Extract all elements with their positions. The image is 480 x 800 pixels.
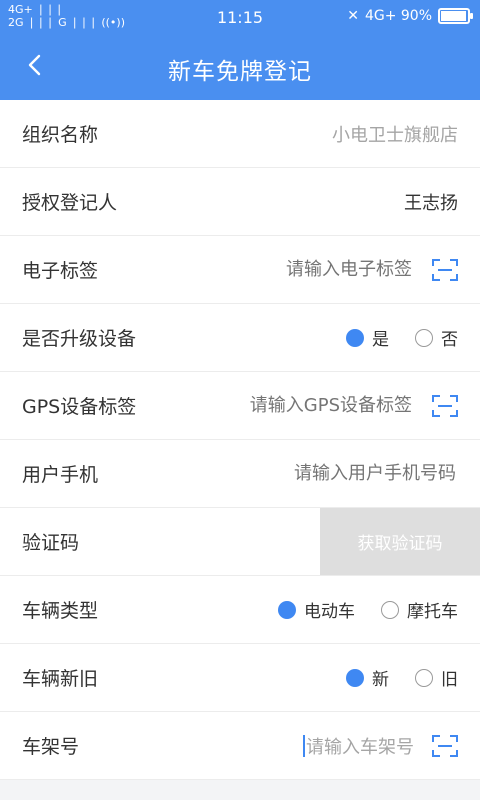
upgrade-label: 是否升级设备: [22, 328, 137, 350]
radio-checked-icon: [278, 600, 296, 619]
upgrade-row: 是否升级设备 是 否: [0, 304, 480, 372]
phone-input[interactable]: [214, 462, 458, 485]
scan-icon[interactable]: [432, 734, 458, 758]
org-value: 小电卫士旗舰店: [332, 124, 458, 146]
condition-option-new[interactable]: 新: [346, 665, 389, 690]
phone-label: 用户手机: [22, 464, 99, 486]
code-row: 验证码 获取验证码: [0, 508, 480, 576]
gps-row: GPS设备标签: [0, 372, 480, 440]
radio-checked-icon: [346, 668, 364, 687]
vehicle-type-option-electric[interactable]: 电动车: [278, 597, 355, 622]
vehicle-type-motorcycle-label: 摩托车: [407, 602, 458, 622]
radio-unchecked-icon: [381, 600, 399, 619]
registrar-row: 授权登记人 王志扬: [0, 168, 480, 236]
radio-unchecked-icon: [415, 668, 433, 687]
scan-icon[interactable]: [432, 258, 458, 282]
upgrade-option-no-label: 否: [441, 330, 458, 350]
gps-input[interactable]: [170, 394, 414, 417]
frame-input[interactable]: 请输入车架号: [174, 733, 414, 759]
gps-label: GPS设备标签: [22, 396, 137, 418]
frame-placeholder: 请输入车架号: [306, 736, 414, 758]
phone-row: 用户手机: [0, 440, 480, 508]
condition-label: 车辆新旧: [22, 668, 99, 690]
org-label: 组织名称: [22, 124, 99, 146]
upgrade-radio-group: 是 否: [346, 325, 458, 350]
radio-checked-icon: [346, 328, 364, 347]
scan-icon[interactable]: [432, 394, 458, 418]
org-row: 组织名称 小电卫士旗舰店: [0, 100, 480, 168]
upgrade-option-no[interactable]: 否: [415, 325, 458, 350]
app-header: 新车免牌登记: [0, 34, 480, 100]
registration-form: 组织名称 小电卫士旗舰店 授权登记人 王志扬 电子标签 是否升级设备 是 否 G…: [0, 100, 480, 780]
registrar-label: 授权登记人: [22, 192, 118, 214]
condition-used-label: 旧: [441, 670, 458, 690]
vehicle-type-radio-group: 电动车 摩托车: [278, 597, 458, 622]
registrar-value: 王志扬: [404, 192, 458, 214]
status-bar: 4G+ ❘❘❘ 2G ❘❘❘ G ❘❘❘ ((•)) 11:15 ✕ 4G+ 9…: [0, 0, 480, 34]
mute-icon: ✕: [347, 8, 359, 24]
page-title: 新车免牌登记: [168, 59, 312, 85]
vehicle-type-option-motorcycle[interactable]: 摩托车: [381, 597, 458, 622]
text-cursor: [303, 734, 305, 757]
status-right: ✕ 4G+ 90%: [347, 8, 473, 24]
condition-option-used[interactable]: 旧: [415, 665, 458, 690]
condition-row: 车辆新旧 新 旧: [0, 644, 480, 712]
upgrade-option-yes-label: 是: [372, 330, 389, 350]
radio-unchecked-icon: [415, 328, 433, 347]
vehicle-type-label: 车辆类型: [22, 600, 99, 622]
vehicle-type-electric-label: 电动车: [304, 602, 355, 622]
status-right-text: 4G+ 90%: [364, 8, 432, 24]
frame-row: 车架号 请输入车架号: [0, 712, 480, 780]
vehicle-type-row: 车辆类型 电动车 摩托车: [0, 576, 480, 644]
etag-label: 电子标签: [22, 260, 99, 282]
get-code-button[interactable]: 获取验证码: [320, 508, 480, 575]
condition-new-label: 新: [372, 670, 389, 690]
etag-row: 电子标签: [0, 236, 480, 304]
battery-icon: [438, 8, 473, 24]
upgrade-option-yes[interactable]: 是: [346, 325, 389, 350]
frame-label: 车架号: [22, 736, 80, 758]
etag-input[interactable]: [170, 258, 414, 281]
condition-radio-group: 新 旧: [346, 665, 458, 690]
code-label: 验证码: [22, 532, 80, 554]
